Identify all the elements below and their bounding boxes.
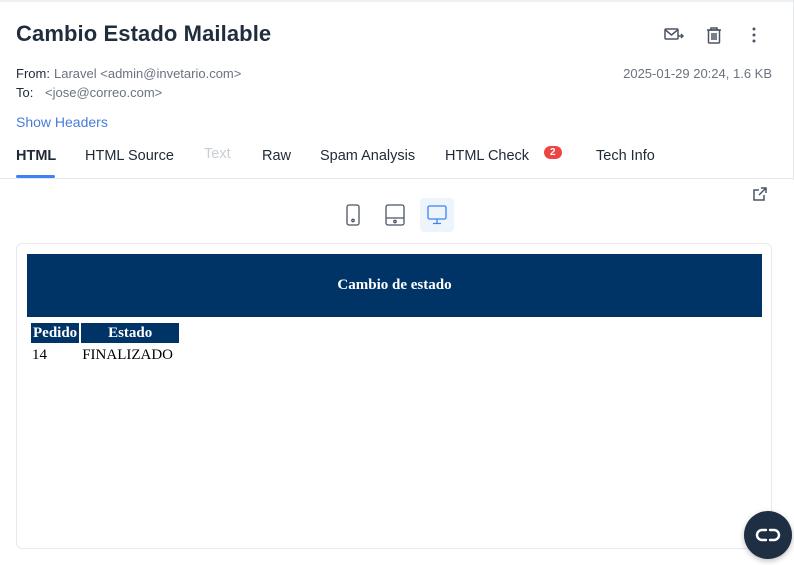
tab-html-source[interactable]: HTML Source (85, 148, 174, 164)
show-headers-link[interactable]: Show Headers (16, 114, 108, 130)
tab-spam-analysis[interactable]: Spam Analysis (320, 148, 415, 164)
to-line: To: <jose@correo.com> (16, 85, 162, 100)
email-table: Pedido Estado 14 FINALIZADO (29, 321, 181, 367)
table-header-estado: Estado (81, 323, 180, 343)
html-check-badge: 2 (544, 146, 562, 159)
view-tabs: HTML HTML Source Text Raw Spam Analysis … (0, 142, 794, 179)
link-icon (755, 527, 781, 543)
from-value: Laravel <admin@invetario.com> (54, 66, 242, 81)
more-vertical-icon[interactable] (740, 23, 768, 47)
from-line: From: Laravel <admin@invetario.com> (16, 66, 241, 81)
tab-html[interactable]: HTML (16, 148, 56, 164)
cell-estado: FINALIZADO (82, 346, 174, 363)
device-switcher (336, 198, 454, 232)
email-heading: Cambio de estado (27, 254, 762, 317)
tab-html-check[interactable]: HTML Check (445, 148, 529, 164)
tab-text: Text (204, 146, 231, 162)
top-divider (0, 0, 794, 2)
table-header-pedido: Pedido (31, 323, 80, 343)
tab-tech-info[interactable]: Tech Info (596, 148, 655, 164)
table-row: 14 FINALIZADO (31, 345, 179, 365)
from-label: From: (16, 66, 50, 81)
email-preview: Cambio de estado Pedido Estado 14 FINALI… (16, 243, 772, 549)
open-external-icon[interactable] (752, 186, 768, 202)
message-actions (660, 23, 768, 47)
tablet-view-icon[interactable] (378, 198, 412, 232)
message-title: Cambio Estado Mailable (16, 21, 272, 46)
tab-raw[interactable]: Raw (262, 148, 291, 164)
to-value: <jose@correo.com> (45, 85, 163, 100)
timestamp-size: 2025-01-29 20:24, 1.6 KB (623, 66, 772, 81)
trash-icon[interactable] (700, 23, 728, 47)
phone-view-icon[interactable] (336, 198, 370, 232)
active-tab-indicator (16, 175, 55, 178)
cell-pedido: 14 (32, 346, 47, 363)
desktop-view-icon[interactable] (420, 198, 454, 232)
to-label: To: (16, 85, 34, 100)
mail-forward-icon[interactable] (660, 23, 688, 47)
chat-toggle-button[interactable] (744, 511, 792, 559)
